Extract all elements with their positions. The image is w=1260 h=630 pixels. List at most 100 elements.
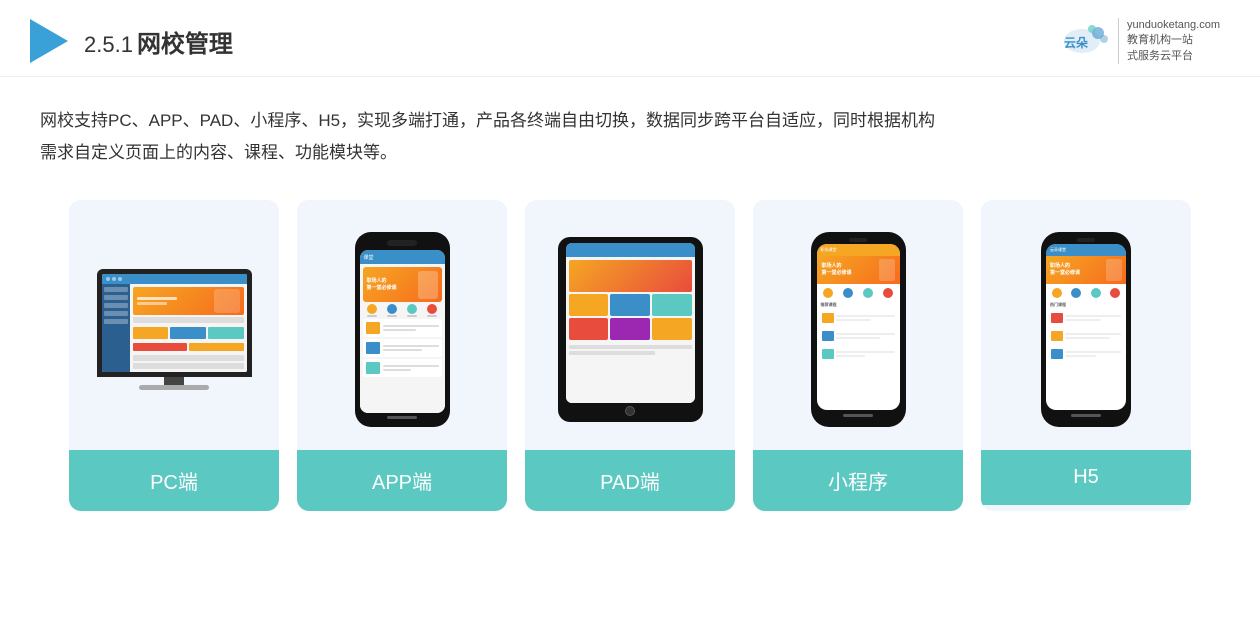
app-topbar-text: 课堂 [364, 254, 441, 261]
h5-card-line [1065, 355, 1096, 357]
h5-course-list [1046, 310, 1126, 362]
pad-card-label: PAD端 [525, 450, 735, 511]
mini-thumb [822, 349, 834, 359]
mini-course-item [820, 328, 897, 344]
mini-card-info [836, 315, 895, 321]
pc-grid [133, 327, 244, 339]
mini-thumb [822, 331, 834, 341]
pad-card-image [525, 200, 735, 450]
mini-card-info [836, 351, 895, 357]
h5-course-item [1049, 346, 1123, 362]
mini-card-label: 小程序 [753, 450, 963, 511]
page-title: 网校管理 [137, 24, 233, 59]
mini-card-line [836, 355, 866, 357]
mini-card-line [836, 319, 871, 321]
pad-card: PAD端 [525, 200, 735, 511]
app-card-lines [383, 325, 439, 331]
mini-home-bar [843, 414, 873, 417]
h5-topbar: 云朵课堂 [1046, 244, 1126, 256]
h5-icon [1110, 288, 1120, 298]
brand-logo: 云朵 yunduoketang.com 教育机构一站 式服务云平台 [1056, 18, 1220, 64]
h5-screen: 云朵课堂 职场人的第一堂必修课 热门课程 [1046, 244, 1126, 410]
app-thumb [366, 322, 380, 334]
pc-card-image [69, 200, 279, 450]
pc-dot-3 [118, 277, 122, 281]
mini-icon [823, 288, 833, 298]
cloud-logo-icon: 云朵 [1056, 21, 1108, 61]
app-icon-4 [427, 304, 437, 317]
pc-device-mockup [97, 269, 252, 390]
pad-grid-item [610, 318, 650, 340]
mini-card-image: 职场课堂 职场人的第一堂必修课 推荐课程 [753, 200, 963, 450]
platform-cards: PC端 课堂 职场人的第一堂必修课 [0, 180, 1260, 531]
pc-content [102, 284, 247, 372]
app-card-label: APP端 [297, 450, 507, 511]
app-device-mockup: 课堂 职场人的第一堂必修课 [355, 232, 450, 427]
app-icon-circle [427, 304, 437, 314]
app-icon-circle [367, 304, 377, 314]
h5-icon [1052, 288, 1062, 298]
h5-card-info [1065, 333, 1121, 339]
pc-banner [133, 287, 244, 315]
app-icon-2 [387, 304, 397, 317]
pc-main-content [130, 284, 247, 372]
mini-banner-text: 职场人的第一堂必修课 [822, 263, 852, 277]
pad-grid [569, 294, 692, 340]
app-card-line [383, 365, 439, 367]
mini-topbar: 职场课堂 [817, 244, 900, 256]
pc-stand-neck [164, 377, 184, 385]
app-icon-label [367, 315, 377, 317]
app-icon-1 [367, 304, 377, 317]
app-card-image: 课堂 职场人的第一堂必修课 [297, 200, 507, 450]
app-icon-label [387, 315, 397, 317]
app-screen: 课堂 职场人的第一堂必修课 [360, 250, 445, 413]
brand-triangle-icon [30, 19, 68, 63]
h5-card-line [1065, 333, 1121, 335]
mini-icon [883, 288, 893, 298]
logo-site: yunduoketang.com [1127, 18, 1220, 33]
pc-card-label: PC端 [69, 450, 279, 511]
app-icon-3 [407, 304, 417, 317]
h5-thumb [1051, 331, 1063, 341]
h5-section-title: 热门课程 [1046, 300, 1126, 310]
pc-row-2 [133, 355, 244, 361]
pc-sidebar-item [104, 287, 128, 292]
page-description: 网校支持PC、APP、PAD、小程序、H5，实现多端打通，产品各终端自由切换，数… [0, 77, 1260, 180]
pc-grid-item-2 [170, 327, 206, 339]
pad-grid-item [610, 294, 650, 316]
app-card-lines [383, 365, 439, 371]
pc-sidebar [102, 284, 130, 372]
page-title-section: 2.5.1 网校管理 [84, 24, 233, 59]
app-icon-label [407, 315, 417, 317]
app-banner-text: 职场人的第一堂必修课 [367, 278, 397, 291]
mini-screen: 职场课堂 职场人的第一堂必修课 推荐课程 [817, 244, 900, 410]
pad-device-mockup [558, 237, 703, 422]
mini-icon [843, 288, 853, 298]
h5-course-item [1049, 328, 1123, 344]
app-icon-circle [387, 304, 397, 314]
pad-grid-item [652, 318, 692, 340]
app-course-card [363, 319, 442, 337]
pc-row-3 [133, 363, 244, 369]
pc-stand-foot [139, 385, 209, 390]
h5-camera [1077, 238, 1095, 242]
pc-grid-item-3 [208, 327, 244, 339]
pc-sidebar-item [104, 311, 128, 316]
pc-screen-outer [97, 269, 252, 377]
app-card-line [383, 369, 411, 371]
app-notch [387, 240, 417, 246]
pad-grid-item [569, 318, 609, 340]
mini-section-title: 推荐课程 [817, 300, 900, 310]
pc-sidebar-item [104, 303, 128, 308]
pad-content [566, 257, 695, 403]
mini-banner-image [879, 259, 895, 281]
h5-card-line [1065, 337, 1110, 339]
app-card-line [383, 349, 422, 351]
h5-banner-text: 职场人的第一堂必修课 [1050, 263, 1080, 277]
h5-thumb [1051, 349, 1063, 359]
h5-card-info [1065, 351, 1121, 357]
mini-card-line [836, 315, 895, 317]
h5-thumb [1051, 313, 1063, 323]
mini-card-line [836, 337, 880, 339]
mini-camera [849, 238, 867, 242]
